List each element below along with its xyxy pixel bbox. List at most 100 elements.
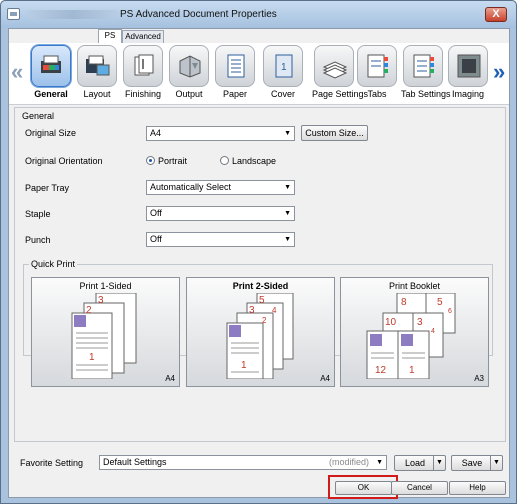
print-option-label: Print 2-Sided <box>232 281 289 291</box>
title-bar: PS Advanced Document Properties X <box>1 1 516 28</box>
original-size-value: A4 <box>150 128 162 138</box>
portrait-radio[interactable]: Portrait <box>146 156 187 166</box>
paper-tray-select[interactable]: Automatically Select ▼ <box>146 180 295 195</box>
category-cover[interactable]: 1 Cover <box>261 45 305 99</box>
favorite-setting-label: Favorite Setting <box>20 458 84 468</box>
page-number: 3 <box>249 305 255 316</box>
chevron-down-icon: ▼ <box>284 184 291 191</box>
one-sided-stack-icon: 3 2 1 <box>71 293 137 379</box>
general-icon <box>31 45 71 87</box>
page-number: 3 <box>98 295 104 306</box>
category-tabs[interactable]: Tabs <box>355 45 399 99</box>
page-settings-icon <box>314 45 354 87</box>
cancel-button[interactable]: Cancel <box>391 481 448 495</box>
original-size-label: Original Size <box>25 128 77 138</box>
svg-text:1: 1 <box>281 62 287 73</box>
modified-indicator: (modified) <box>328 457 369 467</box>
tab-settings-icon <box>403 45 443 87</box>
save-button[interactable]: Save <box>452 456 492 470</box>
obscured-title-prefix <box>27 10 119 19</box>
chevron-down-icon[interactable]: ▼ <box>490 456 502 470</box>
paper-size-label: A4 <box>165 374 175 383</box>
category-label: Tab Settings <box>401 89 451 99</box>
category-tab-settings[interactable]: Tab Settings <box>401 45 451 99</box>
chevron-down-icon: ▼ <box>376 459 383 466</box>
category-finishing[interactable]: Finishing <box>121 45 165 99</box>
chevron-down-icon[interactable]: ▼ <box>433 456 445 470</box>
printer-app-icon <box>7 8 20 20</box>
print-1-sided-button[interactable]: Print 1-Sided 3 2 1 A4 <box>31 277 180 387</box>
favorite-setting-value: Default Settings <box>103 457 167 467</box>
scroll-left-icon[interactable]: « <box>11 59 23 85</box>
print-booklet-button[interactable]: Print Booklet 8 5 6 10 3 4 12 1 A3 <box>340 277 489 387</box>
print-option-label: Print Booklet <box>388 281 441 291</box>
radio-selected-icon <box>146 156 155 165</box>
category-label: Page Settings <box>312 89 369 99</box>
layout-icon <box>77 45 117 87</box>
category-general[interactable]: General <box>29 45 73 99</box>
page-number: 3 <box>417 317 423 328</box>
page-number: 2 <box>262 316 267 325</box>
page-number: 12 <box>375 365 387 376</box>
paper-tray-value: Automatically Select <box>150 182 232 192</box>
category-output[interactable]: Output <box>167 45 211 99</box>
paper-size-label: A3 <box>474 374 484 383</box>
page-number: 5 <box>437 297 443 308</box>
category-label: Cover <box>270 89 295 99</box>
page-number: 4 <box>272 306 277 315</box>
tab-advanced[interactable]: Advanced <box>122 30 164 43</box>
print-option-label: Print 1-Sided <box>79 281 132 291</box>
window-title: PS Advanced Document Properties <box>120 9 277 20</box>
tab-ps[interactable]: PS <box>98 29 122 43</box>
load-button[interactable]: Load <box>395 456 435 470</box>
category-layout[interactable]: Layout <box>75 45 119 99</box>
page-number: 8 <box>401 297 407 308</box>
save-split-button[interactable]: Save ▼ <box>451 455 503 471</box>
punch-select[interactable]: Off ▼ <box>146 232 295 247</box>
chevron-down-icon: ▼ <box>284 236 291 243</box>
page-number: 1 <box>89 352 95 363</box>
two-sided-stack-icon: 5 4 3 2 1 <box>226 293 294 379</box>
portrait-label: Portrait <box>158 156 188 166</box>
page-number: 1 <box>241 360 247 371</box>
imaging-icon <box>448 45 488 87</box>
print-2-sided-button[interactable]: Print 2-Sided 5 4 3 2 1 A4 <box>186 277 335 387</box>
quick-print-title: Quick Print <box>29 259 78 269</box>
category-label: Output <box>175 89 203 99</box>
page-number: 4 <box>431 328 435 335</box>
favorite-setting-bar: Favorite Setting Default Settings (modif… <box>14 452 506 474</box>
category-label: Layout <box>83 89 111 99</box>
help-button[interactable]: Help <box>449 481 506 495</box>
dialog-window: PS Advanced Document Properties X PS Adv… <box>0 0 517 504</box>
cover-icon: 1 <box>263 45 303 87</box>
load-split-button[interactable]: Load ▼ <box>394 455 446 471</box>
category-paper[interactable]: Paper <box>213 45 257 99</box>
dialog-client-area: PS Advanced « General Layout Finishing O… <box>8 28 510 499</box>
chevron-down-icon: ▼ <box>284 210 291 217</box>
category-page-settings[interactable]: Page Settings <box>312 45 369 99</box>
tabs-icon <box>357 45 397 87</box>
page-number: 1 <box>409 365 415 376</box>
ok-button[interactable]: OK <box>335 481 392 495</box>
category-label: Tabs <box>367 89 387 99</box>
punch-value: Off <box>150 234 162 244</box>
original-orientation-label: Original Orientation <box>25 156 103 166</box>
punch-label: Punch <box>25 235 51 245</box>
scroll-right-icon[interactable]: » <box>493 59 505 85</box>
category-imaging[interactable]: Imaging <box>446 45 490 99</box>
category-label: Paper <box>222 89 248 99</box>
radio-unselected-icon <box>220 156 229 165</box>
category-bar: « General Layout Finishing Output Paper … <box>9 43 509 105</box>
close-button[interactable]: X <box>485 7 507 22</box>
staple-label: Staple <box>25 209 51 219</box>
finishing-icon <box>123 45 163 87</box>
original-size-select[interactable]: A4 ▼ <box>146 126 295 141</box>
page-number: 10 <box>385 317 397 328</box>
booklet-stack-icon: 8 5 6 10 3 4 12 1 <box>366 293 456 379</box>
category-label: General <box>34 89 68 99</box>
landscape-radio[interactable]: Landscape <box>220 156 276 166</box>
paper-size-label: A4 <box>320 374 330 383</box>
favorite-setting-select[interactable]: Default Settings (modified) ▼ <box>99 455 387 470</box>
custom-size-button[interactable]: Custom Size... <box>301 125 368 141</box>
staple-select[interactable]: Off ▼ <box>146 206 295 221</box>
